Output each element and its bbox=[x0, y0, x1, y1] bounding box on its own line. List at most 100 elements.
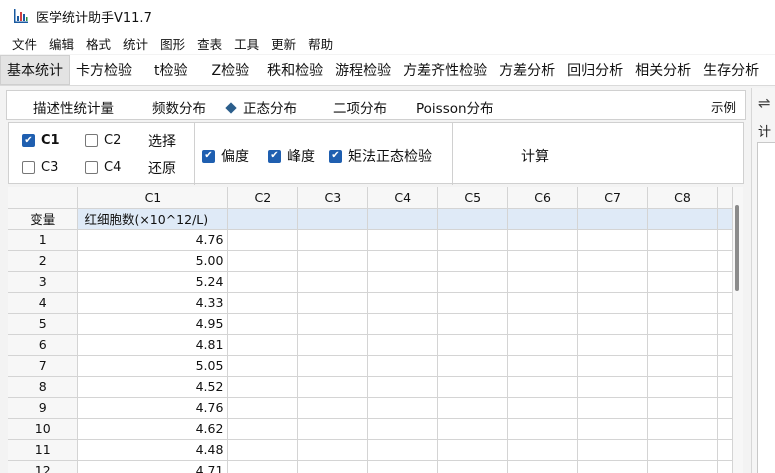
grid-cell[interactable] bbox=[367, 376, 439, 398]
column-header-c4[interactable]: C4 bbox=[367, 187, 439, 209]
tab-correlation[interactable]: 相关分析 bbox=[629, 55, 697, 85]
grid-cell[interactable] bbox=[647, 418, 718, 440]
grid-cell[interactable] bbox=[367, 418, 439, 440]
c1-value-cell[interactable]: 4.52 bbox=[77, 376, 229, 398]
grid-cell[interactable] bbox=[367, 292, 439, 314]
grid-cell[interactable] bbox=[297, 229, 369, 251]
column-header-c1[interactable]: C1 bbox=[77, 187, 229, 209]
grid-cell[interactable] bbox=[297, 418, 369, 440]
grid-cell[interactable] bbox=[437, 460, 509, 473]
grid-cell[interactable] bbox=[297, 439, 369, 461]
grid-cell[interactable] bbox=[647, 397, 718, 419]
grid-cell[interactable] bbox=[647, 292, 718, 314]
vertical-scrollbar[interactable] bbox=[733, 187, 743, 473]
grid-cell[interactable] bbox=[227, 250, 299, 272]
row-number[interactable]: 11 bbox=[8, 439, 79, 461]
grid-cell[interactable] bbox=[227, 418, 299, 440]
grid-cell[interactable] bbox=[367, 397, 439, 419]
tab-anova[interactable]: 方差分析 bbox=[493, 55, 561, 85]
scrollbar-thumb[interactable] bbox=[735, 205, 739, 291]
grid-cell[interactable] bbox=[227, 292, 299, 314]
grid-cell[interactable] bbox=[297, 334, 369, 356]
checkbox-c2[interactable]: C2 bbox=[85, 133, 121, 148]
grid-cell[interactable] bbox=[577, 292, 649, 314]
row-number[interactable]: 2 bbox=[8, 250, 79, 272]
grid-cell[interactable] bbox=[297, 271, 369, 293]
grid-cell[interactable] bbox=[507, 208, 579, 230]
grid-cell[interactable] bbox=[507, 439, 579, 461]
row-number[interactable]: 4 bbox=[8, 292, 79, 314]
subtab-frequency[interactable]: 频数分布 bbox=[152, 97, 206, 117]
grid-cell[interactable] bbox=[577, 439, 649, 461]
tab-variance-homogeneity[interactable]: 方差齐性检验 bbox=[397, 55, 493, 85]
grid-cell[interactable] bbox=[577, 208, 649, 230]
tab-survival[interactable]: 生存分析 bbox=[697, 55, 765, 85]
subtab-binomial[interactable]: 二项分布 bbox=[333, 97, 387, 117]
grid-cell[interactable] bbox=[507, 418, 579, 440]
grid-cell[interactable] bbox=[507, 271, 579, 293]
grid-cell[interactable] bbox=[227, 397, 299, 419]
grid-cell[interactable] bbox=[647, 460, 718, 473]
calculate-button[interactable]: 计算 bbox=[521, 146, 549, 166]
row-number[interactable]: 6 bbox=[8, 334, 79, 356]
column-header-c5[interactable]: C5 bbox=[437, 187, 509, 209]
grid-cell[interactable] bbox=[367, 313, 439, 335]
grid-cell[interactable] bbox=[507, 292, 579, 314]
checkbox-c4[interactable]: C4 bbox=[85, 160, 121, 175]
grid-cell[interactable] bbox=[297, 460, 369, 473]
grid-cell[interactable] bbox=[437, 292, 509, 314]
row-number[interactable]: 12 bbox=[8, 460, 79, 473]
menu-tools[interactable]: 工具 bbox=[228, 34, 265, 53]
grid-cell[interactable] bbox=[367, 439, 439, 461]
grid-cell[interactable] bbox=[437, 376, 509, 398]
grid-cell[interactable] bbox=[507, 250, 579, 272]
c1-value-cell[interactable]: 5.05 bbox=[77, 355, 229, 377]
column-header-c8[interactable]: C8 bbox=[647, 187, 718, 209]
subtab-poisson[interactable]: Poisson分布 bbox=[416, 97, 494, 117]
grid-cell[interactable] bbox=[297, 250, 369, 272]
grid-cell[interactable] bbox=[507, 376, 579, 398]
tab-runs-test[interactable]: 游程检验 bbox=[329, 55, 397, 85]
grid-cell[interactable] bbox=[227, 376, 299, 398]
grid-cell[interactable] bbox=[367, 208, 439, 230]
grid-cell[interactable] bbox=[367, 334, 439, 356]
grid-cell[interactable] bbox=[297, 355, 369, 377]
checkbox-moment-normality-test[interactable]: ✔ 矩法正态检验 bbox=[329, 146, 432, 166]
grid-cell[interactable] bbox=[647, 334, 718, 356]
grid-cell[interactable] bbox=[647, 376, 718, 398]
row-number[interactable]: 10 bbox=[8, 418, 79, 440]
grid-cell[interactable] bbox=[297, 397, 369, 419]
row-number[interactable]: 9 bbox=[8, 397, 79, 419]
grid-cell[interactable] bbox=[227, 271, 299, 293]
grid-cell[interactable] bbox=[297, 208, 369, 230]
column-header-c3[interactable]: C3 bbox=[297, 187, 369, 209]
grid-cell[interactable] bbox=[367, 250, 439, 272]
subtab-descriptive[interactable]: 描述性统计量 bbox=[33, 97, 114, 117]
column-header-c7[interactable]: C7 bbox=[577, 187, 649, 209]
grid-cell[interactable] bbox=[437, 439, 509, 461]
grid-cell[interactable] bbox=[297, 313, 369, 335]
grid-cell[interactable] bbox=[227, 334, 299, 356]
grid-cell[interactable] bbox=[437, 355, 509, 377]
row-number[interactable]: 8 bbox=[8, 376, 79, 398]
row-number[interactable]: 7 bbox=[8, 355, 79, 377]
grid-cell[interactable] bbox=[297, 292, 369, 314]
c1-value-cell[interactable]: 4.76 bbox=[77, 229, 229, 251]
grid-cell[interactable] bbox=[437, 313, 509, 335]
grid-cell[interactable] bbox=[577, 313, 649, 335]
grid-cell[interactable] bbox=[507, 313, 579, 335]
c1-value-cell[interactable]: 4.95 bbox=[77, 313, 229, 335]
menu-update[interactable]: 更新 bbox=[265, 34, 302, 53]
grid-cell[interactable] bbox=[647, 355, 718, 377]
grid-cell[interactable] bbox=[647, 271, 718, 293]
grid-cell[interactable] bbox=[437, 250, 509, 272]
tab-rank-sum[interactable]: 秩和检验 bbox=[261, 55, 329, 85]
tab-z-test[interactable]: Z检验 bbox=[200, 55, 262, 85]
checkbox-kurtosis[interactable]: ✔ 峰度 bbox=[268, 146, 315, 166]
variable-name-cell[interactable]: 红细胞数(×10^12/L) bbox=[77, 208, 229, 230]
grid-cell[interactable] bbox=[577, 271, 649, 293]
c1-value-cell[interactable]: 4.33 bbox=[77, 292, 229, 314]
subtab-normal[interactable]: 正态分布 bbox=[225, 97, 297, 117]
c1-value-cell[interactable]: 4.62 bbox=[77, 418, 229, 440]
grid-cell[interactable] bbox=[437, 271, 509, 293]
